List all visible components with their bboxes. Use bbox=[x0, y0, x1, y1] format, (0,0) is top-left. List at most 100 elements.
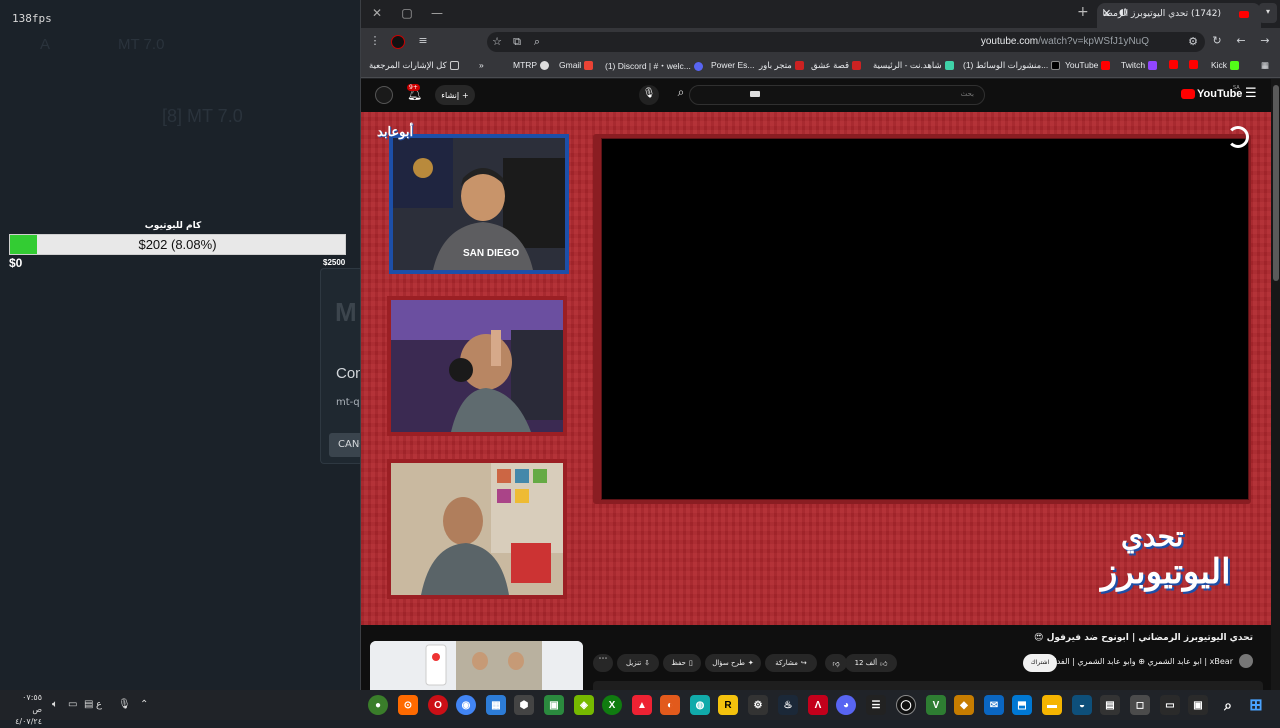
bookmark-item[interactable]: Power Es... bbox=[711, 60, 754, 70]
maximize-window-icon[interactable]: ▢ bbox=[397, 6, 417, 20]
rockstar-icon[interactable]: R bbox=[718, 695, 738, 715]
sparkle-icon: ✦ bbox=[747, 659, 754, 667]
input-language-indicator[interactable]: ع bbox=[96, 699, 102, 710]
chrome-icon[interactable]: ◉ bbox=[456, 695, 476, 715]
opera-icon[interactable]: O bbox=[428, 695, 448, 715]
mtrp-icon bbox=[540, 60, 550, 70]
file-explorer-icon[interactable]: ▬ bbox=[1042, 695, 1062, 715]
power-store-icon bbox=[794, 61, 804, 70]
youtube-header: 🔔︎ 9+ إنشاء + 🎙︎ ⌕ بحث YouTube SA ☰ bbox=[361, 79, 1271, 111]
search-input[interactable]: بحث bbox=[689, 85, 985, 105]
more-actions-icon[interactable]: ⋯ bbox=[593, 654, 613, 672]
store-icon[interactable]: ⬒ bbox=[1012, 695, 1032, 715]
page-scrollbar[interactable] bbox=[1271, 79, 1280, 690]
taskbar-app-icon[interactable]: Λ bbox=[808, 695, 828, 715]
taskbar-app-icon[interactable]: V bbox=[926, 695, 946, 715]
xbox-icon[interactable]: X bbox=[602, 695, 622, 715]
like-button[interactable]: 12 ألف 👍︎ bbox=[845, 654, 897, 672]
taskbar-app-icon[interactable]: ◆ bbox=[954, 695, 974, 715]
back-icon[interactable]: → bbox=[1257, 34, 1273, 47]
reload-icon[interactable]: ↻ bbox=[1209, 34, 1225, 47]
new-tab-button[interactable]: + bbox=[1077, 4, 1089, 20]
bookmark-item[interactable]: (1) منشورات الوسائط... bbox=[963, 60, 1061, 71]
taskbar-app-icon[interactable]: ☰ bbox=[866, 695, 886, 715]
taskbar-app-icon[interactable]: ◒ bbox=[1072, 695, 1092, 715]
tray-overflow-chevron-icon[interactable]: ⌃ bbox=[140, 699, 148, 710]
battery-icon[interactable]: ▤ bbox=[84, 699, 93, 710]
taskbar-app-icon[interactable]: ▦ bbox=[486, 695, 506, 715]
create-button[interactable]: إنشاء + bbox=[435, 85, 475, 105]
minimize-window-icon[interactable]: — bbox=[427, 6, 447, 20]
discord-taskbar-icon[interactable]: ◕ bbox=[836, 695, 856, 715]
share-button[interactable]: مشاركة ↪ bbox=[765, 654, 817, 672]
recommended-video-thumbnail[interactable] bbox=[370, 641, 583, 690]
taskbar-app-icon[interactable]: ⚙ bbox=[748, 695, 768, 715]
bookmarks-overflow-chevron-icon[interactable]: » bbox=[479, 60, 484, 70]
microphone-icon[interactable]: 🎙︎ bbox=[118, 699, 131, 710]
taskbar-app-icon[interactable]: ⬢ bbox=[514, 695, 534, 715]
bookmark-item[interactable]: شاهد.نت - الرئيسية bbox=[873, 60, 954, 71]
taskbar-app-icon[interactable]: ◻ bbox=[1130, 695, 1150, 715]
channel-avatar[interactable] bbox=[1239, 654, 1253, 668]
channel-name[interactable]: xBear | ابو عابد الشمري ⊕ وابو عابد الشم… bbox=[1030, 657, 1233, 666]
taskbar-app-icon[interactable]: ▲ bbox=[632, 695, 652, 715]
obs-icon[interactable]: ◯ bbox=[896, 695, 916, 715]
avatar[interactable] bbox=[375, 86, 393, 104]
hamburger-menu-icon[interactable]: ☰ bbox=[1245, 86, 1257, 101]
playlist-icon[interactable]: ≡ bbox=[415, 34, 431, 47]
bookmark-item[interactable]: Kick bbox=[1211, 60, 1240, 70]
start-menu-icon[interactable]: ⊞ bbox=[1246, 695, 1266, 715]
volume-icon[interactable]: 🔈︎ bbox=[52, 699, 58, 710]
steam-icon[interactable]: ♨ bbox=[778, 695, 798, 715]
forward-icon[interactable]: ← bbox=[1233, 34, 1249, 47]
tab-search-chevron-icon[interactable]: ▾ bbox=[1259, 3, 1277, 23]
install-app-icon[interactable]: ⧉ bbox=[509, 35, 525, 49]
taskbar-clock[interactable]: ٠٧:٥٥ ص ٤/٠٧/٢٤ bbox=[10, 692, 42, 728]
ask-button[interactable]: طرح سؤال ✦ bbox=[705, 654, 761, 672]
bookmark-item[interactable] bbox=[1169, 60, 1178, 69]
network-icon[interactable]: ▭ bbox=[68, 699, 77, 710]
voice-search-mic-icon[interactable]: 🎙︎ bbox=[639, 85, 659, 105]
download-button[interactable]: تنزيل ⇩ bbox=[617, 654, 659, 672]
save-button[interactable]: حفظ ▯ bbox=[663, 654, 701, 672]
taskbar-app-icon[interactable]: ◐ bbox=[660, 695, 680, 715]
youtube-icon bbox=[1101, 60, 1111, 70]
dislike-button[interactable]: 👎︎ bbox=[825, 654, 847, 672]
nvidia-icon[interactable]: ▣ bbox=[544, 695, 564, 715]
zoom-icon[interactable]: ⌕ bbox=[529, 35, 545, 49]
site-settings-icon[interactable]: ⚙ bbox=[1185, 35, 1201, 48]
bookmark-item[interactable] bbox=[1189, 60, 1198, 69]
task-view-icon[interactable]: ▭ bbox=[1160, 695, 1180, 715]
bookmark-item[interactable]: Gmail bbox=[559, 60, 594, 70]
bookmark-item[interactable]: متجر باور bbox=[759, 60, 804, 71]
bookmark-item[interactable]: (1) Discord | #・welc... bbox=[605, 60, 703, 72]
taskbar-app-icon[interactable]: ▤ bbox=[1100, 695, 1120, 715]
taskbar-app-icon[interactable]: ⊙ bbox=[398, 695, 418, 715]
tab-youtube[interactable]: ✕ ◖) (1742) تحدي اليوتيوبرز الرمضا bbox=[1097, 3, 1261, 28]
apps-grid-icon[interactable]: ▦ bbox=[1261, 60, 1269, 71]
bookmark-item[interactable]: YouTube bbox=[1065, 60, 1111, 70]
dialog-cancel-button[interactable]: CANC bbox=[329, 433, 364, 457]
address-bar[interactable]: ☆ ⧉ ⌕ youtube.com/watch?v=kpWSfJ1yNuQ ⚙ bbox=[487, 32, 1205, 52]
qissat-ishq-icon bbox=[852, 61, 862, 70]
all-bookmarks-button[interactable]: كل الإشارات المرجعية bbox=[369, 60, 459, 71]
bookmark-item[interactable]: Twitch bbox=[1121, 60, 1158, 70]
taskbar-app-icon[interactable]: ● bbox=[368, 695, 388, 715]
taskbar-app-icon[interactable]: ◈ bbox=[574, 695, 594, 715]
bookmark-item[interactable]: قصة عشق bbox=[811, 60, 862, 71]
scrollbar-thumb[interactable] bbox=[1273, 85, 1279, 281]
video-player[interactable]: SAN DIEGO أبوعابد تحدي اليوتيوبرز bbox=[361, 112, 1271, 625]
search-icon[interactable]: ⌕ bbox=[1218, 695, 1238, 715]
subscribe-button[interactable]: اشتراك bbox=[1023, 654, 1057, 672]
bookmark-star-icon[interactable]: ☆ bbox=[489, 35, 505, 48]
mail-icon[interactable]: ✉ bbox=[984, 695, 1004, 715]
bookmark-item[interactable]: MTRP bbox=[513, 60, 550, 70]
widgets-icon[interactable]: ▣ bbox=[1188, 695, 1208, 715]
extension-icon[interactable] bbox=[391, 35, 405, 49]
browser-menu-icon[interactable]: ⋮ bbox=[367, 34, 383, 47]
keyboard-icon[interactable] bbox=[750, 91, 760, 97]
taskbar-app-icon[interactable]: ◍ bbox=[690, 695, 710, 715]
webcam-feed-1: SAN DIEGO bbox=[389, 134, 569, 274]
close-window-icon[interactable]: ✕ bbox=[367, 6, 387, 20]
streamer-3-image bbox=[391, 463, 563, 595]
